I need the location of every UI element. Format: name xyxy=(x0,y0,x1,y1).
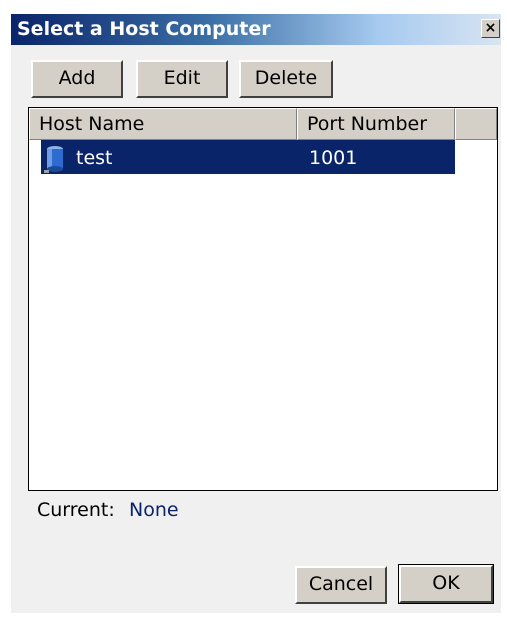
add-button[interactable]: Add xyxy=(31,60,123,98)
current-label: Current: xyxy=(37,499,115,521)
ok-button-label: OK xyxy=(432,572,460,594)
column-header-host-name[interactable]: Host Name xyxy=(29,108,297,140)
close-icon: × xyxy=(484,20,497,36)
edit-button[interactable]: Edit xyxy=(136,60,228,98)
column-header-port-number[interactable]: Port Number xyxy=(297,108,455,140)
title-bar: Select a Host Computer × xyxy=(11,14,501,45)
port-number-cell: 1001 xyxy=(309,147,358,169)
list-header: Host Name Port Number xyxy=(29,108,497,140)
dialog-title: Select a Host Computer xyxy=(17,18,271,40)
host-computer-icon xyxy=(43,144,69,174)
close-button[interactable]: × xyxy=(481,19,500,38)
column-header-filler xyxy=(455,108,497,140)
cancel-button[interactable]: Cancel xyxy=(295,566,387,604)
current-value: None xyxy=(129,499,179,521)
host-name-cell: test xyxy=(76,147,113,169)
delete-button[interactable]: Delete xyxy=(239,60,333,98)
select-host-dialog: Select a Host Computer × Add Edit Delete… xyxy=(0,0,507,622)
ok-button[interactable]: OK xyxy=(398,564,494,604)
